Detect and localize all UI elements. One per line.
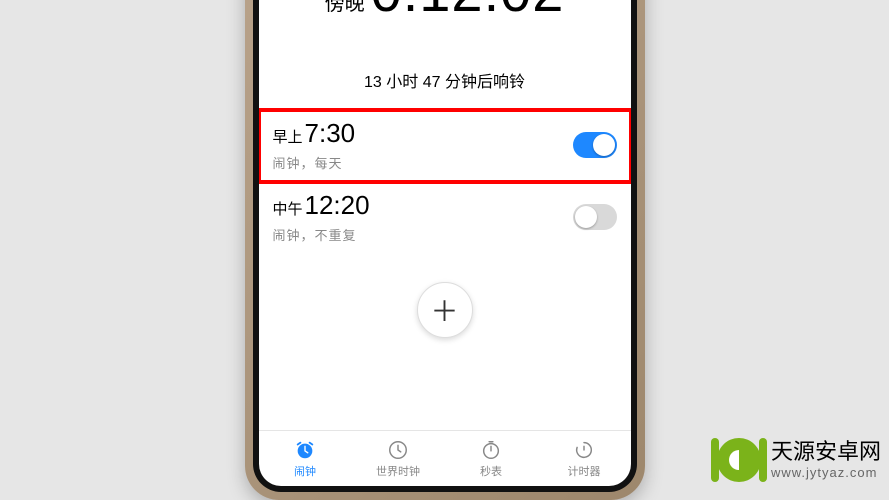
next-ring-label: 13 小时 47 分钟后响铃 <box>259 68 631 92</box>
tab-timer[interactable]: 计时器 <box>538 431 631 486</box>
alarm-subtitle: 闹钟，每天 <box>273 153 563 172</box>
alarm-period: 早上 <box>273 126 303 147</box>
alarm-toggle[interactable] <box>573 204 617 230</box>
clock-icon <box>387 439 409 461</box>
alarm-toggle[interactable] <box>573 132 617 158</box>
screen: 傍晚 0.12.02 13 小时 47 分钟后响铃 早上 7:30 闹钟，每天 <box>259 0 631 486</box>
tab-alarm[interactable]: 闹钟 <box>259 431 352 486</box>
phone-frame: 傍晚 0.12.02 13 小时 47 分钟后响铃 早上 7:30 闹钟，每天 <box>245 0 645 500</box>
watermark-url: www.jytyaz.com <box>771 465 881 481</box>
tab-label: 秒表 <box>480 463 502 479</box>
alarm-subtitle: 闹钟，不重复 <box>273 225 563 244</box>
stopwatch-icon <box>480 439 502 461</box>
alarm-item[interactable]: 早上 7:30 闹钟，每天 <box>259 110 631 182</box>
phone-bezel: 傍晚 0.12.02 13 小时 47 分钟后响铃 早上 7:30 闹钟，每天 <box>253 0 637 492</box>
tab-bar: 闹钟 世界时钟 秒表 <box>259 430 631 486</box>
watermark: 天源安卓网 www.jytyaz.com <box>717 438 889 482</box>
watermark-title: 天源安卓网 <box>771 439 881 465</box>
alarm-clock-icon <box>294 439 316 461</box>
alarm-period: 中午 <box>273 198 303 219</box>
alarm-time: 12:20 <box>305 190 370 221</box>
tab-world-clock[interactable]: 世界时钟 <box>352 431 445 486</box>
tab-label: 计时器 <box>568 463 601 479</box>
alarm-list: 早上 7:30 闹钟，每天 中午 12:20 闹钟，不重复 <box>259 110 631 254</box>
watermark-logo-icon <box>717 438 761 482</box>
watermark-text: 天源安卓网 www.jytyaz.com <box>771 439 881 481</box>
plus-icon: ＋ <box>430 290 458 330</box>
add-alarm-button[interactable]: ＋ <box>417 282 473 338</box>
alarm-item[interactable]: 中午 12:20 闹钟，不重复 <box>259 182 631 254</box>
current-time: 傍晚 0.12.02 <box>259 0 631 20</box>
alarm-info: 早上 7:30 闹钟，每天 <box>273 118 563 172</box>
tab-label: 世界时钟 <box>376 463 420 479</box>
timer-icon <box>573 439 595 461</box>
current-time-period: 傍晚 <box>325 0 365 14</box>
current-time-value: 0.12.02 <box>371 0 565 20</box>
alarm-time: 7:30 <box>305 118 356 149</box>
tab-stopwatch[interactable]: 秒表 <box>445 431 538 486</box>
tab-label: 闹钟 <box>294 463 316 479</box>
alarm-info: 中午 12:20 闹钟，不重复 <box>273 190 563 244</box>
